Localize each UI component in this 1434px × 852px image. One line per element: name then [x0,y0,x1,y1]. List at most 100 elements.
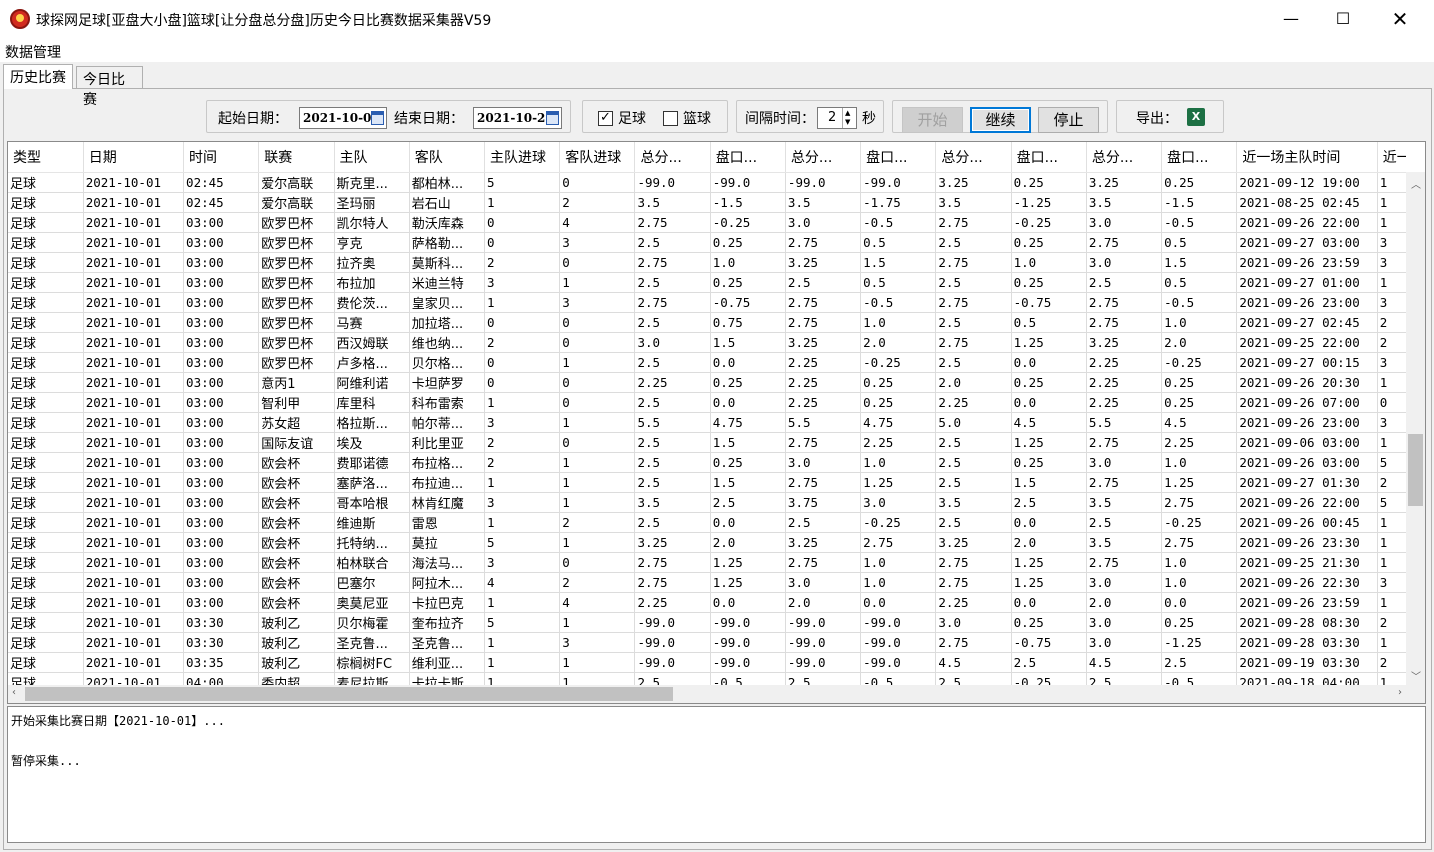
continue-button[interactable]: 继续 [970,107,1031,133]
table-row[interactable]: 足球 2021-10-01 03:00 欧会杯 奥莫尼亚 卡拉巴克 1 4 2.25 0.0 2.0… [8,592,1406,613]
match-data-grid[interactable]: 类型 日期 时间 联赛 主队 客队 主队进球 客队进球 总分... 盘口... 总分... 盘口...… [7,141,1426,704]
column-header[interactable]: 类型 [8,142,84,173]
column-header[interactable]: 联赛 [258,142,335,173]
horizontal-scrollbar[interactable]: ‹ › [8,685,1406,703]
table-row[interactable]: 足球 2021-10-01 03:00 智利甲 库里科 科布雷索 1 0 2.5 0.0 2.25 0… [8,392,1406,413]
table-row[interactable]: 足球 2021-10-01 03:00 欧会杯 费耶诺德 布拉格... 2 1 2.5 0.25 3… [8,452,1406,473]
table-cell: -1.5 [710,192,786,213]
table-cell: 2.25 [785,372,862,393]
close-button[interactable]: ✕ [1377,0,1423,38]
minimize-button[interactable]: — [1268,0,1314,38]
start-button[interactable]: 开始 [902,107,963,133]
table-cell: 2.5 [1011,492,1087,513]
column-header[interactable]: 近一场主队时间 [1236,142,1378,173]
column-header[interactable]: 总分... [785,142,862,173]
table-cell: 4 [559,212,636,233]
column-header[interactable]: 盘口... [860,142,937,173]
spinner-buttons[interactable]: ▲ ▼ [842,108,856,128]
table-row[interactable]: 足球 2021-10-01 03:00 国际友谊 埃及 利比里亚 2 0 2.5 1.5 2.75 2… [8,432,1406,453]
basketball-label[interactable]: 篮球 [683,108,711,128]
table-row[interactable]: 足球 2021-10-01 03:00 欧罗巴杯 卢多格... 贝尔格... 0 1 2.5 0.… [8,352,1406,373]
scroll-down-arrow-icon[interactable]: ﹀ [1411,668,1421,683]
table-row[interactable]: 足球 2021-10-01 03:00 欧会杯 巴塞尔 阿拉木... 4 2 2.75 1.25 3… [8,572,1406,593]
table-cell: 1 [484,392,561,413]
table-cell: 03:00 [183,352,260,373]
table-row[interactable]: 足球 2021-10-01 03:00 欧罗巴杯 拉齐奥 莫斯科... 2 0 2.75 1.0 3… [8,252,1406,273]
column-header[interactable]: 客队进球 [559,142,636,173]
table-row[interactable]: 足球 2021-10-01 03:00 欧会杯 塞萨洛... 布拉迪... 1 1 2.5 1.5… [8,472,1406,493]
tab-today-matches[interactable]: 今日比赛 [76,66,143,108]
scroll-left-arrow-icon[interactable]: ‹ [12,687,16,698]
tab-history-matches[interactable]: 历史比赛 [3,64,73,89]
table-cell: 圣克鲁... [334,632,410,653]
column-header[interactable]: 盘口... [1161,142,1238,173]
column-header[interactable]: 总分... [935,142,1012,173]
column-header[interactable]: 总分... [1086,142,1163,173]
table-cell: 0.0 [1011,392,1087,413]
excel-icon[interactable]: X [1187,108,1205,126]
table-cell: 2021-10-01 [83,312,185,333]
calendar-icon[interactable] [546,111,559,125]
table-cell: 3.5 [785,192,862,213]
table-row[interactable]: 足球 2021-10-01 03:30 玻利乙 圣克鲁... 圣克鲁... 1 3 -99.0-… [8,632,1406,653]
end-date-picker[interactable]: 2021-10-21 [473,107,562,129]
spin-down-icon[interactable]: ▼ [845,118,850,126]
vertical-scrollbar[interactable]: ︿ ﹀ [1406,172,1425,687]
column-header[interactable]: 近一 [1377,142,1406,173]
football-checkbox[interactable]: ✓ [598,111,613,126]
column-header[interactable]: 盘口... [1011,142,1087,173]
log-panel[interactable]: 开始采集比赛日期【2021-10-01】... 暂停采集... [7,706,1426,843]
table-cell: -0.25 [710,212,786,233]
horizontal-scroll-thumb[interactable] [25,687,673,701]
column-header[interactable]: 盘口... [710,142,786,173]
table-row[interactable]: 足球 2021-10-01 03:00 欧罗巴杯 马赛 加拉塔... 0 0 2.5 0.75 2.… [8,312,1406,333]
table-cell: 1.25 [1161,472,1238,493]
column-header[interactable]: 主队进球 [484,142,561,173]
table-row[interactable]: 足球 2021-10-01 03:00 苏女超 格拉斯... 帕尔蒂... 3 1 5.5 4.7… [8,412,1406,433]
table-cell: 玻利乙 [258,612,335,633]
table-row[interactable]: 足球 2021-10-01 03:30 玻利乙 贝尔梅霍 奎布拉齐 5 1 -99.0 -99.0… [8,612,1406,633]
column-header[interactable]: 客队 [409,142,485,173]
table-row[interactable]: 足球 2021-10-01 03:00 欧罗巴杯 凯尔特人 勒沃库森 0 4 2.75 -0.25… [8,212,1406,233]
table-cell: 欧罗巴杯 [258,232,335,253]
scroll-up-arrow-icon[interactable]: ︿ [1411,176,1421,191]
table-cell: 0.25 [1011,372,1087,393]
column-header[interactable]: 总分... [634,142,711,173]
table-row[interactable]: 足球 2021-10-01 03:00 欧罗巴杯 西汉姆联 维也纳... 2 0 3.0 1.5 3… [8,332,1406,353]
calendar-icon[interactable] [371,111,384,125]
maximize-button[interactable]: ☐ [1320,0,1366,38]
table-row[interactable]: 足球 2021-10-01 03:00 欧会杯 柏林联合 海法马... 3 0 2.75 1.25… [8,552,1406,573]
table-cell: 0.25 [860,372,937,393]
table-row[interactable]: 足球 2021-10-01 03:00 意丙1 阿维利诺 卡坦萨罗 0 0 2.25 0.25 2.… [8,372,1406,393]
basketball-checkbox[interactable] [663,111,678,126]
start-date-picker[interactable]: 2021-10-01 [299,107,387,129]
table-row[interactable]: 足球 2021-10-01 02:45 爱尔高联 圣玛丽 岩石山 1 2 3.5 -1.5 3.5-… [8,192,1406,213]
football-label[interactable]: 足球 [618,108,646,128]
column-header[interactable]: 时间 [183,142,260,173]
table-row[interactable]: 足球 2021-10-01 03:00 欧会杯 哥本哈根 林肯红魔 3 1 3.5 2.5 3.75… [8,492,1406,513]
table-row[interactable]: 足球 2021-10-01 03:35 玻利乙 棕榈树FC 维利亚... 1 1 -99.0 -9… [8,652,1406,673]
table-row[interactable]: 足球 2021-10-01 03:00 欧罗巴杯 费伦茨... 皇家贝... 1 3 2.75-… [8,292,1406,313]
vertical-scroll-thumb[interactable] [1408,434,1423,506]
menu-data-management[interactable]: 数据管理 [5,42,61,62]
table-cell: 2021-10-01 [83,592,185,613]
column-header[interactable]: 日期 [83,142,185,173]
spin-up-icon[interactable]: ▲ [845,109,850,117]
table-cell: 2021-10-01 [83,552,185,573]
stop-button[interactable]: 停止 [1038,107,1099,133]
column-header[interactable]: 主队 [334,142,410,173]
table-row[interactable]: 足球 2021-10-01 03:00 欧会杯 维迪斯 雷恩 1 2 2.5 0.0 2.5 -0.2… [8,512,1406,533]
table-cell: -0.75 [1011,292,1087,313]
table-row[interactable]: 足球 2021-10-01 03:00 欧罗巴杯 亨克 萨格勒... 0 3 2.5 0.25 2.… [8,232,1406,253]
table-cell: 足球 [8,172,84,193]
table-row[interactable]: 足球 2021-10-01 03:00 欧会杯 托特纳... 莫拉 5 1 3.25 2.0 3.2… [8,532,1406,553]
table-cell: -0.5 [1161,212,1238,233]
table-row[interactable]: 足球 2021-10-01 03:00 欧罗巴杯 布拉加 米迪兰特 3 1 2.5 0.25 2.5… [8,272,1406,293]
table-row[interactable]: 足球 2021-10-01 02:45 爱尔高联 斯克里... 都柏林... 5 0 -99.0… [8,172,1406,193]
scroll-right-arrow-icon[interactable]: › [1398,687,1402,698]
table-cell: -99.0 [785,172,862,193]
table-cell: 2021-09-28 08:30 [1236,612,1378,633]
table-cell: 2.25 [1086,392,1163,413]
interval-spinner[interactable]: 2 ▲ ▼ [817,107,857,129]
table-cell: 都柏林... [409,172,485,193]
